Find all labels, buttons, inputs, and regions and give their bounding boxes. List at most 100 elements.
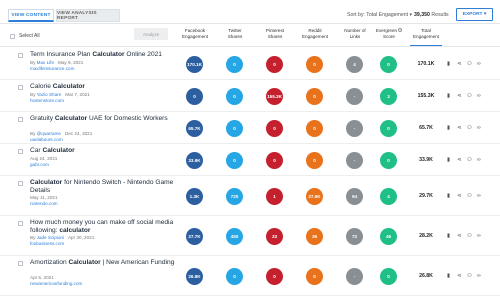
column-header-6[interactable]: Total Engagement	[410, 28, 442, 46]
title-pre: How much money you can make off social m…	[30, 219, 174, 234]
article-title[interactable]: How much money you can make off social m…	[30, 219, 180, 235]
select-all-checkbox[interactable]	[10, 33, 15, 39]
result-row[interactable]: Calculator for Nintendo Switch - Nintend…	[0, 176, 500, 216]
column-header-2[interactable]: Pinterest Shares	[258, 28, 292, 46]
metric-circle-pinterest: 1	[266, 187, 283, 205]
row-checkbox[interactable]	[18, 261, 23, 266]
column-header-3[interactable]: Reddit Engagement	[298, 28, 332, 46]
link-icon[interactable]: ∞	[477, 125, 481, 131]
bookmark-icon[interactable]: ▮	[447, 93, 450, 99]
row-checkbox[interactable]	[18, 149, 23, 154]
link-icon[interactable]: ∞	[477, 93, 481, 99]
bookmark-icon[interactable]: ▮	[447, 61, 450, 67]
share-icon[interactable]: ⋖	[457, 157, 462, 163]
link-icon[interactable]: ∞	[477, 193, 481, 199]
users-icon[interactable]: ⚇	[467, 93, 472, 99]
article-domain[interactable]: maxlifeinsurance.com	[30, 66, 74, 71]
users-icon[interactable]: ⚇	[467, 273, 472, 279]
link-icon[interactable]: ∞	[477, 233, 481, 239]
metric-circle-links: -	[346, 119, 363, 137]
share-icon[interactable]: ⋖	[457, 125, 462, 131]
metric-circle-twitter: 0	[226, 87, 243, 105]
row-checkbox[interactable]	[18, 221, 23, 226]
publish-date: Aug 24, 2021	[30, 156, 58, 161]
article-title[interactable]: Term Insurance Plan Calculator Online 20…	[30, 51, 180, 59]
article-title[interactable]: Gratuity Calculator UAE for Domestic Wor…	[30, 115, 180, 123]
users-icon[interactable]: ⚇	[467, 193, 472, 199]
bookmark-icon[interactable]: ▮	[447, 273, 450, 279]
share-icon[interactable]: ⋖	[457, 273, 462, 279]
article-domain[interactable]: foxbusiness.com	[30, 241, 64, 246]
article-domain[interactable]: uaelabours.com	[30, 137, 63, 142]
link-icon[interactable]: ∞	[477, 61, 481, 67]
result-row[interactable]: Calorie Calculator By Yazio Share Mar 7, 2…	[0, 80, 500, 112]
title-bold: Calculator	[42, 147, 75, 154]
select-all[interactable]: Select All	[10, 33, 40, 39]
article-domain[interactable]: hostenstore.com	[30, 98, 64, 103]
byline-prefix: By	[30, 235, 37, 240]
metric-circle-evergreen: 0	[380, 267, 397, 285]
share-icon[interactable]: ⋖	[457, 93, 462, 99]
share-icon[interactable]: ⋖	[457, 233, 462, 239]
users-icon[interactable]: ⚇	[467, 61, 472, 67]
select-all-label: Select All	[19, 33, 40, 39]
metric-circle-facebook: 26.8K	[186, 267, 203, 285]
row-checkbox[interactable]	[18, 117, 23, 122]
publish-date: Apr 5, 2021	[30, 275, 54, 280]
total-engagement: 28.2K	[419, 233, 433, 239]
result-row[interactable]: Term Insurance Plan Calculator Online 20…	[0, 48, 500, 80]
export-button[interactable]: EXPORT ▾	[456, 8, 493, 21]
title-pre: Gratuity	[30, 115, 55, 122]
link-icon[interactable]: ∞	[477, 157, 481, 163]
article-byline: Apr 5, 2021	[30, 275, 54, 280]
publish-date: May 11, 2021	[30, 195, 58, 200]
link-icon[interactable]: ∞	[477, 273, 481, 279]
metric-circle-evergreen: 0	[380, 55, 397, 73]
column-header-line1: Facebook	[184, 28, 206, 33]
share-icon[interactable]: ⋖	[457, 193, 462, 199]
metric-circle-reddit: 27.6K	[306, 187, 323, 205]
info-icon[interactable]: i	[398, 28, 403, 32]
result-row[interactable]: Car Calculator Aug 24, 2021 gabr.com 33.9K 0…	[0, 144, 500, 176]
title-post: UAE for Domestic Workers	[87, 115, 168, 122]
column-header-line1: Number of	[344, 28, 366, 33]
article-domain[interactable]: nintendo.com	[30, 201, 58, 206]
row-checkbox[interactable]	[18, 53, 23, 58]
article-domain[interactable]: gabr.com	[30, 162, 49, 167]
author-link[interactable]: Yazio Share	[37, 92, 62, 97]
article-title[interactable]: Calculator for Nintendo Switch - Nintend…	[30, 179, 180, 195]
author-link[interactable]: @quarrame	[37, 131, 61, 136]
row-checkbox[interactable]	[18, 181, 23, 186]
metric-circle-facebook: 170.1K	[186, 55, 203, 73]
users-icon[interactable]: ⚇	[467, 125, 472, 131]
bookmark-icon[interactable]: ▮	[447, 125, 450, 131]
author-link[interactable]: Jade Scipioni	[37, 235, 64, 240]
users-icon[interactable]: ⚇	[467, 157, 472, 163]
title-pre: Calorie	[30, 83, 53, 90]
tab-view-content[interactable]: VIEW CONTENT	[8, 9, 54, 22]
bookmark-icon[interactable]: ▮	[447, 193, 450, 199]
users-icon[interactable]: ⚇	[467, 233, 472, 239]
article-domain[interactable]: newamericanfunding.com	[30, 281, 82, 286]
column-header-0[interactable]: Facebook Engagement	[178, 28, 212, 46]
column-header-1[interactable]: Twitter Shares	[218, 28, 252, 46]
tab-view-analysis-report[interactable]: VIEW ANALYSIS REPORT	[56, 9, 120, 22]
column-header-5[interactable]: Evergreen i Score	[372, 28, 406, 46]
bookmark-icon[interactable]: ▮	[447, 157, 450, 163]
analyze-button[interactable]: Analyze	[134, 28, 168, 40]
result-row[interactable]: Amortization Calculator | New American F…	[0, 256, 500, 296]
author-link[interactable]: Max Life	[37, 60, 54, 65]
column-header-4[interactable]: Number of Links	[338, 28, 372, 46]
result-row[interactable]: How much money you can make off social m…	[0, 216, 500, 256]
sort-dropdown[interactable]: Sort by: Total Engagement ▾	[347, 12, 412, 18]
row-checkbox[interactable]	[18, 85, 23, 90]
bookmark-icon[interactable]: ▮	[447, 233, 450, 239]
article-title[interactable]: Amortization Calculator | New American F…	[30, 259, 180, 267]
article-title[interactable]: Calorie Calculator	[30, 83, 180, 91]
share-icon[interactable]: ⋖	[457, 61, 462, 67]
article-title[interactable]: Car Calculator	[30, 147, 180, 155]
metric-circle-links: 94	[346, 187, 363, 205]
result-row[interactable]: Gratuity Calculator UAE for Domestic Wor…	[0, 112, 500, 144]
metric-circle-twitter: 450	[226, 227, 243, 245]
metric-circle-twitter: 720	[226, 187, 243, 205]
